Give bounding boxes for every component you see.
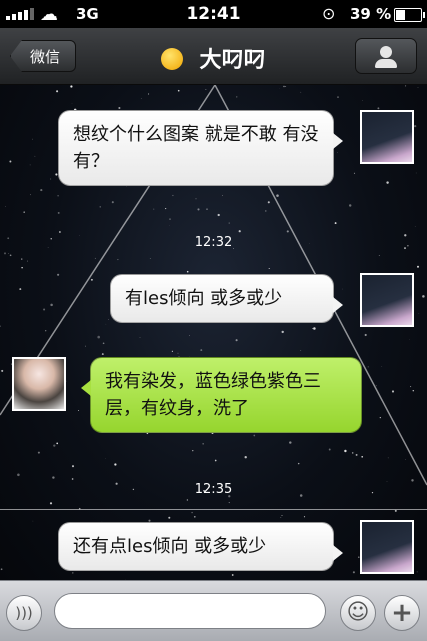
profile-button[interactable] xyxy=(355,38,417,74)
emoji-button[interactable]: ☺ xyxy=(340,595,376,631)
message-text: 还有点les倾向 或多或少 xyxy=(73,536,266,557)
voice-button[interactable]: ))) xyxy=(6,595,42,631)
nav-bar: 微信 大叼叼 xyxy=(0,28,427,85)
chat-title-text: 大叼叼 xyxy=(199,48,265,73)
divider xyxy=(0,509,427,510)
message-bubble[interactable]: 我有染发，蓝色绿色紫色三层，有纹身，洗了 xyxy=(90,357,362,433)
input-bar: ))) ☺ + xyxy=(0,580,427,641)
avatar-contact[interactable] xyxy=(12,357,66,411)
avatar-self[interactable] xyxy=(360,520,414,574)
timestamp: 12:32 xyxy=(0,235,427,250)
smirk-emoji-icon xyxy=(161,48,183,70)
avatar-self[interactable] xyxy=(360,273,414,327)
message-text: 有les倾向 或多或少 xyxy=(125,288,282,309)
plus-icon: + xyxy=(391,598,413,628)
attach-button[interactable]: + xyxy=(384,595,420,631)
smiley-icon: ☺ xyxy=(347,600,370,625)
message-bubble[interactable]: 想纹个什么图案 就是不敢 有没有？ xyxy=(58,110,334,186)
message-bubble[interactable]: 还有点les倾向 或多或少 xyxy=(58,522,334,571)
message-input[interactable] xyxy=(54,593,326,629)
timestamp: 12:35 xyxy=(0,482,427,497)
rotation-lock-icon: ⊙ xyxy=(322,4,335,23)
message-text: 我有染发，蓝色绿色紫色三层，有纹身，洗了 xyxy=(105,371,321,419)
battery-icon xyxy=(394,8,422,22)
battery-percent: 39 % xyxy=(350,5,391,23)
status-bar: ☁ 3G 12:41 ⊙ 39 % xyxy=(0,0,427,28)
battery-fill xyxy=(396,10,405,20)
message-bubble[interactable]: 有les倾向 或多或少 xyxy=(110,274,334,323)
voice-icon: ))) xyxy=(15,604,33,622)
message-text: 想纹个什么图案 就是不敢 有没有？ xyxy=(73,124,318,172)
avatar-self[interactable] xyxy=(360,110,414,164)
chat-area[interactable]: 想纹个什么图案 就是不敢 有没有？ 12:32 有les倾向 或多或少 我有染发… xyxy=(0,85,427,580)
